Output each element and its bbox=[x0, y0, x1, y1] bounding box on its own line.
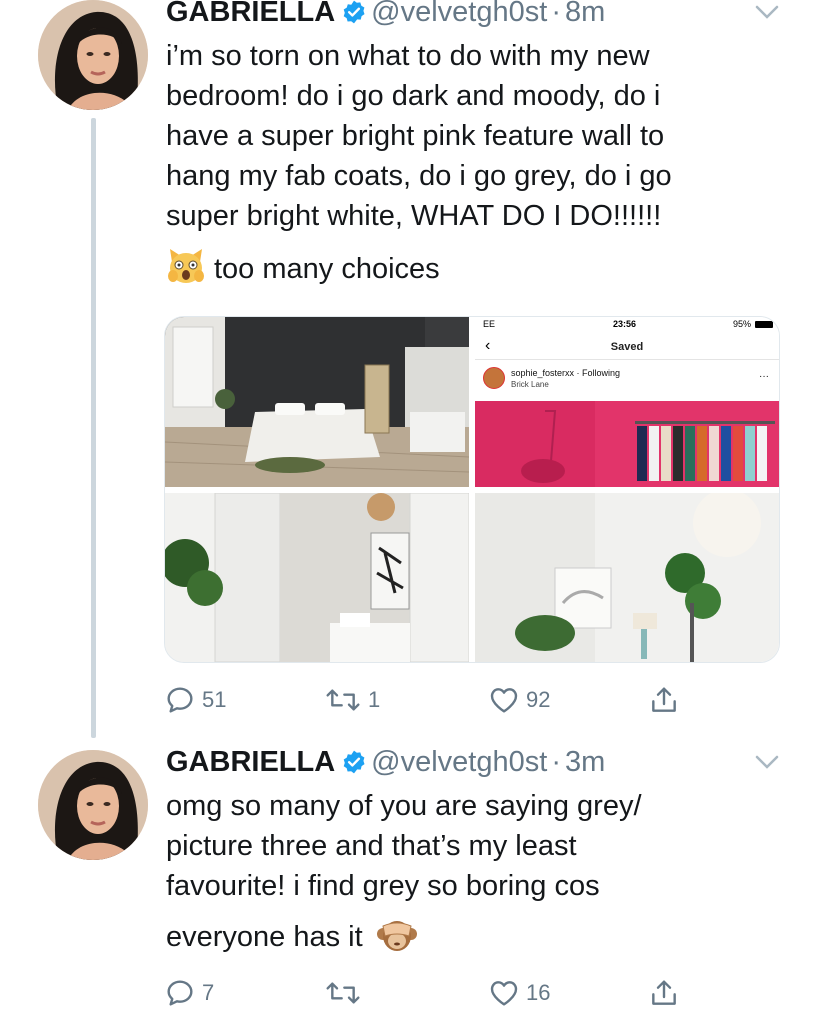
tweet-text-line: bedroom! do i go dark and moody, do i bbox=[166, 80, 661, 112]
tweet-text-line: i’m so torn on what to do with my new bbox=[166, 40, 650, 72]
phone-clock: 23:56 bbox=[613, 319, 637, 329]
retweet-icon bbox=[326, 689, 360, 711]
photo-white-room[interactable] bbox=[475, 493, 779, 662]
phone-status-bar: EE 23:56 95% bbox=[475, 317, 779, 331]
separator: · bbox=[551, 0, 561, 28]
timestamp[interactable]: 8m bbox=[565, 0, 605, 28]
like-button[interactable]: 16 bbox=[488, 977, 550, 1009]
verified-badge-icon bbox=[341, 0, 367, 34]
tweet-text-line: super bright white, WHAT DO I DO!!!!!! bbox=[166, 200, 662, 232]
tweet-text-line: too many choices bbox=[166, 246, 786, 297]
divider bbox=[475, 359, 779, 360]
media-grid: EE 23:56 95% ‹ Saved sophie_fosterxx · F… bbox=[164, 316, 780, 663]
tweet-text: omg so many of you are saying grey/ pict… bbox=[166, 786, 786, 965]
share-button[interactable] bbox=[648, 684, 680, 716]
pink-room-photo bbox=[475, 401, 779, 487]
post-follow-status: Following bbox=[582, 368, 621, 378]
tweet-text: i’m so torn on what to do with my new be… bbox=[166, 36, 786, 297]
heart-icon bbox=[490, 688, 518, 713]
post-username: sophie_fosterxx bbox=[511, 368, 575, 378]
timestamp[interactable]: 3m bbox=[565, 746, 605, 778]
tweet-text-line: have a super bright pink feature wall to bbox=[166, 120, 665, 152]
reply-button[interactable]: 7 bbox=[164, 977, 214, 1009]
like-button[interactable]: 92 bbox=[488, 684, 550, 716]
like-count: 92 bbox=[526, 687, 551, 712]
avatar[interactable] bbox=[38, 0, 148, 110]
tweet-text-line: hang my fab coats, do i go grey, do i go bbox=[166, 160, 672, 192]
retweet-button[interactable] bbox=[324, 977, 368, 1009]
verified-badge-icon bbox=[341, 748, 367, 784]
chevron-down-icon[interactable] bbox=[754, 4, 780, 25]
reply-icon bbox=[167, 687, 193, 713]
more-icon: ··· bbox=[759, 371, 769, 382]
tweet-text-line: favourite! i find grey so boring cos bbox=[166, 870, 600, 902]
retweet-count: 1 bbox=[368, 687, 381, 712]
battery-icon bbox=[755, 321, 773, 328]
see-no-evil-monkey-icon bbox=[376, 914, 417, 965]
retweet-button[interactable]: 1 bbox=[324, 684, 380, 716]
reply-button[interactable]: 51 bbox=[164, 684, 226, 716]
handle[interactable]: @velvetgh0st bbox=[371, 0, 547, 28]
tweet-header: GABRIELLA @velvetgh0st · 8m bbox=[166, 0, 605, 34]
tweet-text-line: omg so many of you are saying grey/ bbox=[166, 790, 642, 822]
reply-icon bbox=[167, 980, 193, 1006]
saved-title: Saved bbox=[610, 341, 644, 353]
tweet-text-line: too many choices bbox=[214, 253, 440, 285]
tweet-text-line: picture three and that’s my least bbox=[166, 830, 577, 862]
carrier: EE bbox=[483, 319, 496, 329]
share-button[interactable] bbox=[648, 977, 680, 1009]
tweet-header: GABRIELLA @velvetgh0st · 3m bbox=[166, 744, 605, 784]
post-location: Brick Lane bbox=[511, 380, 549, 389]
thread-connector-line bbox=[91, 118, 96, 738]
share-icon bbox=[652, 687, 676, 712]
battery-level: 95% bbox=[732, 319, 751, 329]
screaming-cat-icon bbox=[166, 246, 206, 297]
like-count: 16 bbox=[526, 980, 551, 1005]
photo-grey-doorway[interactable] bbox=[165, 493, 469, 662]
reply-count: 7 bbox=[202, 980, 215, 1005]
heart-icon bbox=[490, 981, 518, 1006]
tweet-text-last-line: everyone has it bbox=[166, 914, 786, 965]
reply-count: 51 bbox=[202, 687, 227, 712]
photo-pink-wall-screenshot[interactable]: EE 23:56 95% ‹ Saved sophie_fosterxx · F… bbox=[475, 317, 779, 487]
tweet-actions: 7 16 bbox=[164, 977, 704, 1017]
photo-dark-bedroom[interactable] bbox=[165, 317, 469, 487]
tweet-actions: 51 1 92 bbox=[164, 684, 704, 724]
avatar[interactable] bbox=[38, 750, 148, 860]
share-icon bbox=[652, 980, 676, 1005]
post-header: sophie_fosterxx · Following bbox=[511, 368, 621, 378]
tweet-text-line: everyone has it bbox=[166, 921, 363, 953]
display-name[interactable]: GABRIELLA bbox=[166, 746, 335, 778]
separator: · bbox=[551, 746, 561, 778]
display-name[interactable]: GABRIELLA bbox=[166, 0, 335, 28]
retweet-icon bbox=[326, 982, 360, 1004]
post-avatar bbox=[483, 367, 505, 389]
handle[interactable]: @velvetgh0st bbox=[371, 746, 547, 778]
chevron-down-icon[interactable] bbox=[754, 754, 780, 775]
